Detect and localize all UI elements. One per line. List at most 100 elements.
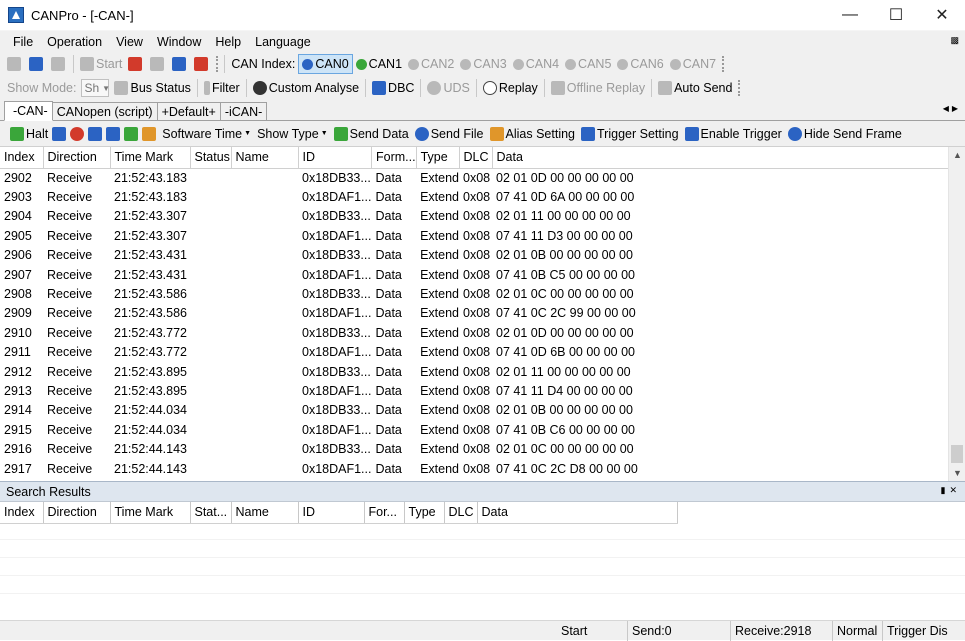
table-row[interactable]: 2914Receive21:52:44.0340x18DB33...DataEx…	[0, 401, 962, 420]
tab-canopen-script[interactable]: CANopen (script)	[52, 102, 158, 120]
col-format[interactable]: Form...	[371, 147, 416, 168]
menu-language[interactable]: Language	[248, 35, 318, 49]
start-button[interactable]: Start	[77, 54, 125, 74]
table-row[interactable]: 2913Receive21:52:43.8950x18DAF1...DataEx…	[0, 381, 962, 400]
clear-button[interactable]	[191, 54, 213, 74]
alias-setting-button[interactable]: Alias Setting	[487, 124, 578, 144]
toolbar-icon-button[interactable]	[51, 124, 69, 144]
table-row[interactable]: 2903Receive21:52:43.1830x18DAF1...DataEx…	[0, 187, 962, 206]
scroll-down-icon[interactable]: ▼	[953, 468, 962, 478]
menu-view[interactable]: View	[109, 35, 150, 49]
menu-file[interactable]: File	[6, 35, 40, 49]
replay-button[interactable]: Replay	[480, 78, 541, 98]
tab-default[interactable]: +Default+	[157, 102, 221, 120]
sr-col-dlc[interactable]: DLC	[444, 502, 477, 523]
software-time-dropdown[interactable]: Software Time▼	[159, 124, 254, 144]
toolbar-grip[interactable]	[738, 80, 743, 96]
toolbar-icon-button[interactable]	[105, 124, 123, 144]
open-button[interactable]	[4, 54, 26, 74]
col-direction[interactable]: Direction	[43, 147, 110, 168]
sr-col-id[interactable]: ID	[298, 502, 364, 523]
show-mode-select[interactable]: Sh▼	[81, 79, 109, 97]
table-row[interactable]: 2912Receive21:52:43.8950x18DB33...DataEx…	[0, 362, 962, 381]
toolbar-icon-button[interactable]	[69, 124, 87, 144]
tab-ican[interactable]: -iCAN-	[220, 102, 268, 120]
toolbar-icon-button[interactable]	[123, 124, 141, 144]
sr-col-time-mark[interactable]: Time Mark	[110, 502, 190, 523]
col-index[interactable]: Index	[0, 147, 43, 168]
table-row[interactable]: 2910Receive21:52:43.7720x18DB33...DataEx…	[0, 323, 962, 342]
sr-col-name[interactable]: Name	[231, 502, 298, 523]
toolbar-grip[interactable]	[216, 56, 221, 72]
send-file-button[interactable]: Send File	[412, 124, 487, 144]
disconnect-button[interactable]	[147, 54, 169, 74]
toolbar-icon-button[interactable]	[141, 124, 159, 144]
hide-send-frame-button[interactable]: Hide Send Frame	[785, 124, 905, 144]
table-row[interactable]: 2904Receive21:52:43.3070x18DB33...DataEx…	[0, 207, 962, 226]
col-data[interactable]: Data	[492, 147, 962, 168]
send-data-button[interactable]: Send Data	[331, 124, 412, 144]
col-type[interactable]: Type	[416, 147, 459, 168]
can6-button[interactable]: CAN6	[614, 54, 666, 74]
col-name[interactable]: Name	[231, 147, 298, 168]
scroll-thumb[interactable]	[951, 445, 963, 463]
sr-col-format[interactable]: For...	[364, 502, 404, 523]
sr-col-direction[interactable]: Direction	[43, 502, 110, 523]
device-button[interactable]	[169, 54, 191, 74]
table-row[interactable]: 2906Receive21:52:43.4310x18DB33...DataEx…	[0, 246, 962, 265]
col-status[interactable]: Status	[190, 147, 231, 168]
can2-button[interactable]: CAN2	[405, 54, 457, 74]
col-time-mark[interactable]: Time Mark	[110, 147, 190, 168]
menu-operation[interactable]: Operation	[40, 35, 109, 49]
cell-direction: Receive	[43, 284, 110, 303]
minimize-button[interactable]: —	[827, 0, 873, 30]
dbc-button[interactable]: DBC	[369, 78, 417, 98]
table-row[interactable]: 2911Receive21:52:43.7720x18DAF1...DataEx…	[0, 343, 962, 362]
table-row[interactable]: 2908Receive21:52:43.5860x18DB33...DataEx…	[0, 284, 962, 303]
tab-can[interactable]: -CAN-	[4, 101, 53, 121]
show-type-dropdown[interactable]: Show Type▼	[254, 124, 331, 144]
vertical-scrollbar[interactable]: ▲ ▼	[948, 147, 965, 481]
can3-button[interactable]: CAN3	[457, 54, 509, 74]
close-button[interactable]: ✕	[919, 0, 965, 30]
table-row[interactable]: 2902Receive21:52:43.1830x18DB33...DataEx…	[0, 168, 962, 187]
table-row[interactable]: 2916Receive21:52:44.1430x18DB33...DataEx…	[0, 439, 962, 458]
menu-help[interactable]: Help	[208, 35, 248, 49]
sr-col-type[interactable]: Type	[404, 502, 444, 523]
can5-button[interactable]: CAN5	[562, 54, 614, 74]
custom-analyse-button[interactable]: Custom Analyse	[250, 78, 362, 98]
enable-trigger-button[interactable]: Enable Trigger	[682, 124, 785, 144]
col-dlc[interactable]: DLC	[459, 147, 492, 168]
connect-button[interactable]	[125, 54, 147, 74]
tab-scroll-arrows-icon[interactable]: ◀▶	[943, 104, 961, 113]
table-row[interactable]: 2905Receive21:52:43.3070x18DAF1...DataEx…	[0, 226, 962, 245]
sr-col-data[interactable]: Data	[477, 502, 677, 523]
maximize-button[interactable]: ☐	[873, 0, 919, 30]
toolbar-grip[interactable]	[722, 56, 727, 72]
sr-col-status[interactable]: Stat...	[190, 502, 231, 523]
can4-button[interactable]: CAN4	[510, 54, 562, 74]
uds-button[interactable]: UDS	[424, 78, 472, 98]
mdi-restore-icon[interactable]: ▩	[950, 35, 959, 46]
menu-window[interactable]: Window	[150, 35, 208, 49]
trigger-setting-button[interactable]: Trigger Setting	[578, 124, 682, 144]
sr-col-index[interactable]: Index	[0, 502, 43, 523]
table-row[interactable]: 2915Receive21:52:44.0340x18DAF1...DataEx…	[0, 420, 962, 439]
col-id[interactable]: ID	[298, 147, 371, 168]
offline-replay-button[interactable]: Offline Replay	[548, 78, 648, 98]
toolbar-icon-button[interactable]	[87, 124, 105, 144]
can0-button[interactable]: CAN0	[298, 54, 352, 74]
table-row[interactable]: 2917Receive21:52:44.1430x18DAF1...DataEx…	[0, 459, 962, 478]
halt-button[interactable]: Halt	[10, 124, 51, 144]
can1-button[interactable]: CAN1	[353, 54, 405, 74]
auto-send-button[interactable]: Auto Send	[655, 78, 735, 98]
edit-button[interactable]	[48, 54, 70, 74]
bus-status-button[interactable]: Bus Status	[111, 78, 193, 98]
filter-button[interactable]: Filter	[201, 78, 243, 98]
close-icon[interactable]: ✕	[949, 485, 961, 495]
table-row[interactable]: 2909Receive21:52:43.5860x18DAF1...DataEx…	[0, 304, 962, 323]
save-button[interactable]	[26, 54, 48, 74]
can7-button[interactable]: CAN7	[667, 54, 719, 74]
table-row[interactable]: 2907Receive21:52:43.4310x18DAF1...DataEx…	[0, 265, 962, 284]
scroll-up-icon[interactable]: ▲	[953, 150, 962, 160]
